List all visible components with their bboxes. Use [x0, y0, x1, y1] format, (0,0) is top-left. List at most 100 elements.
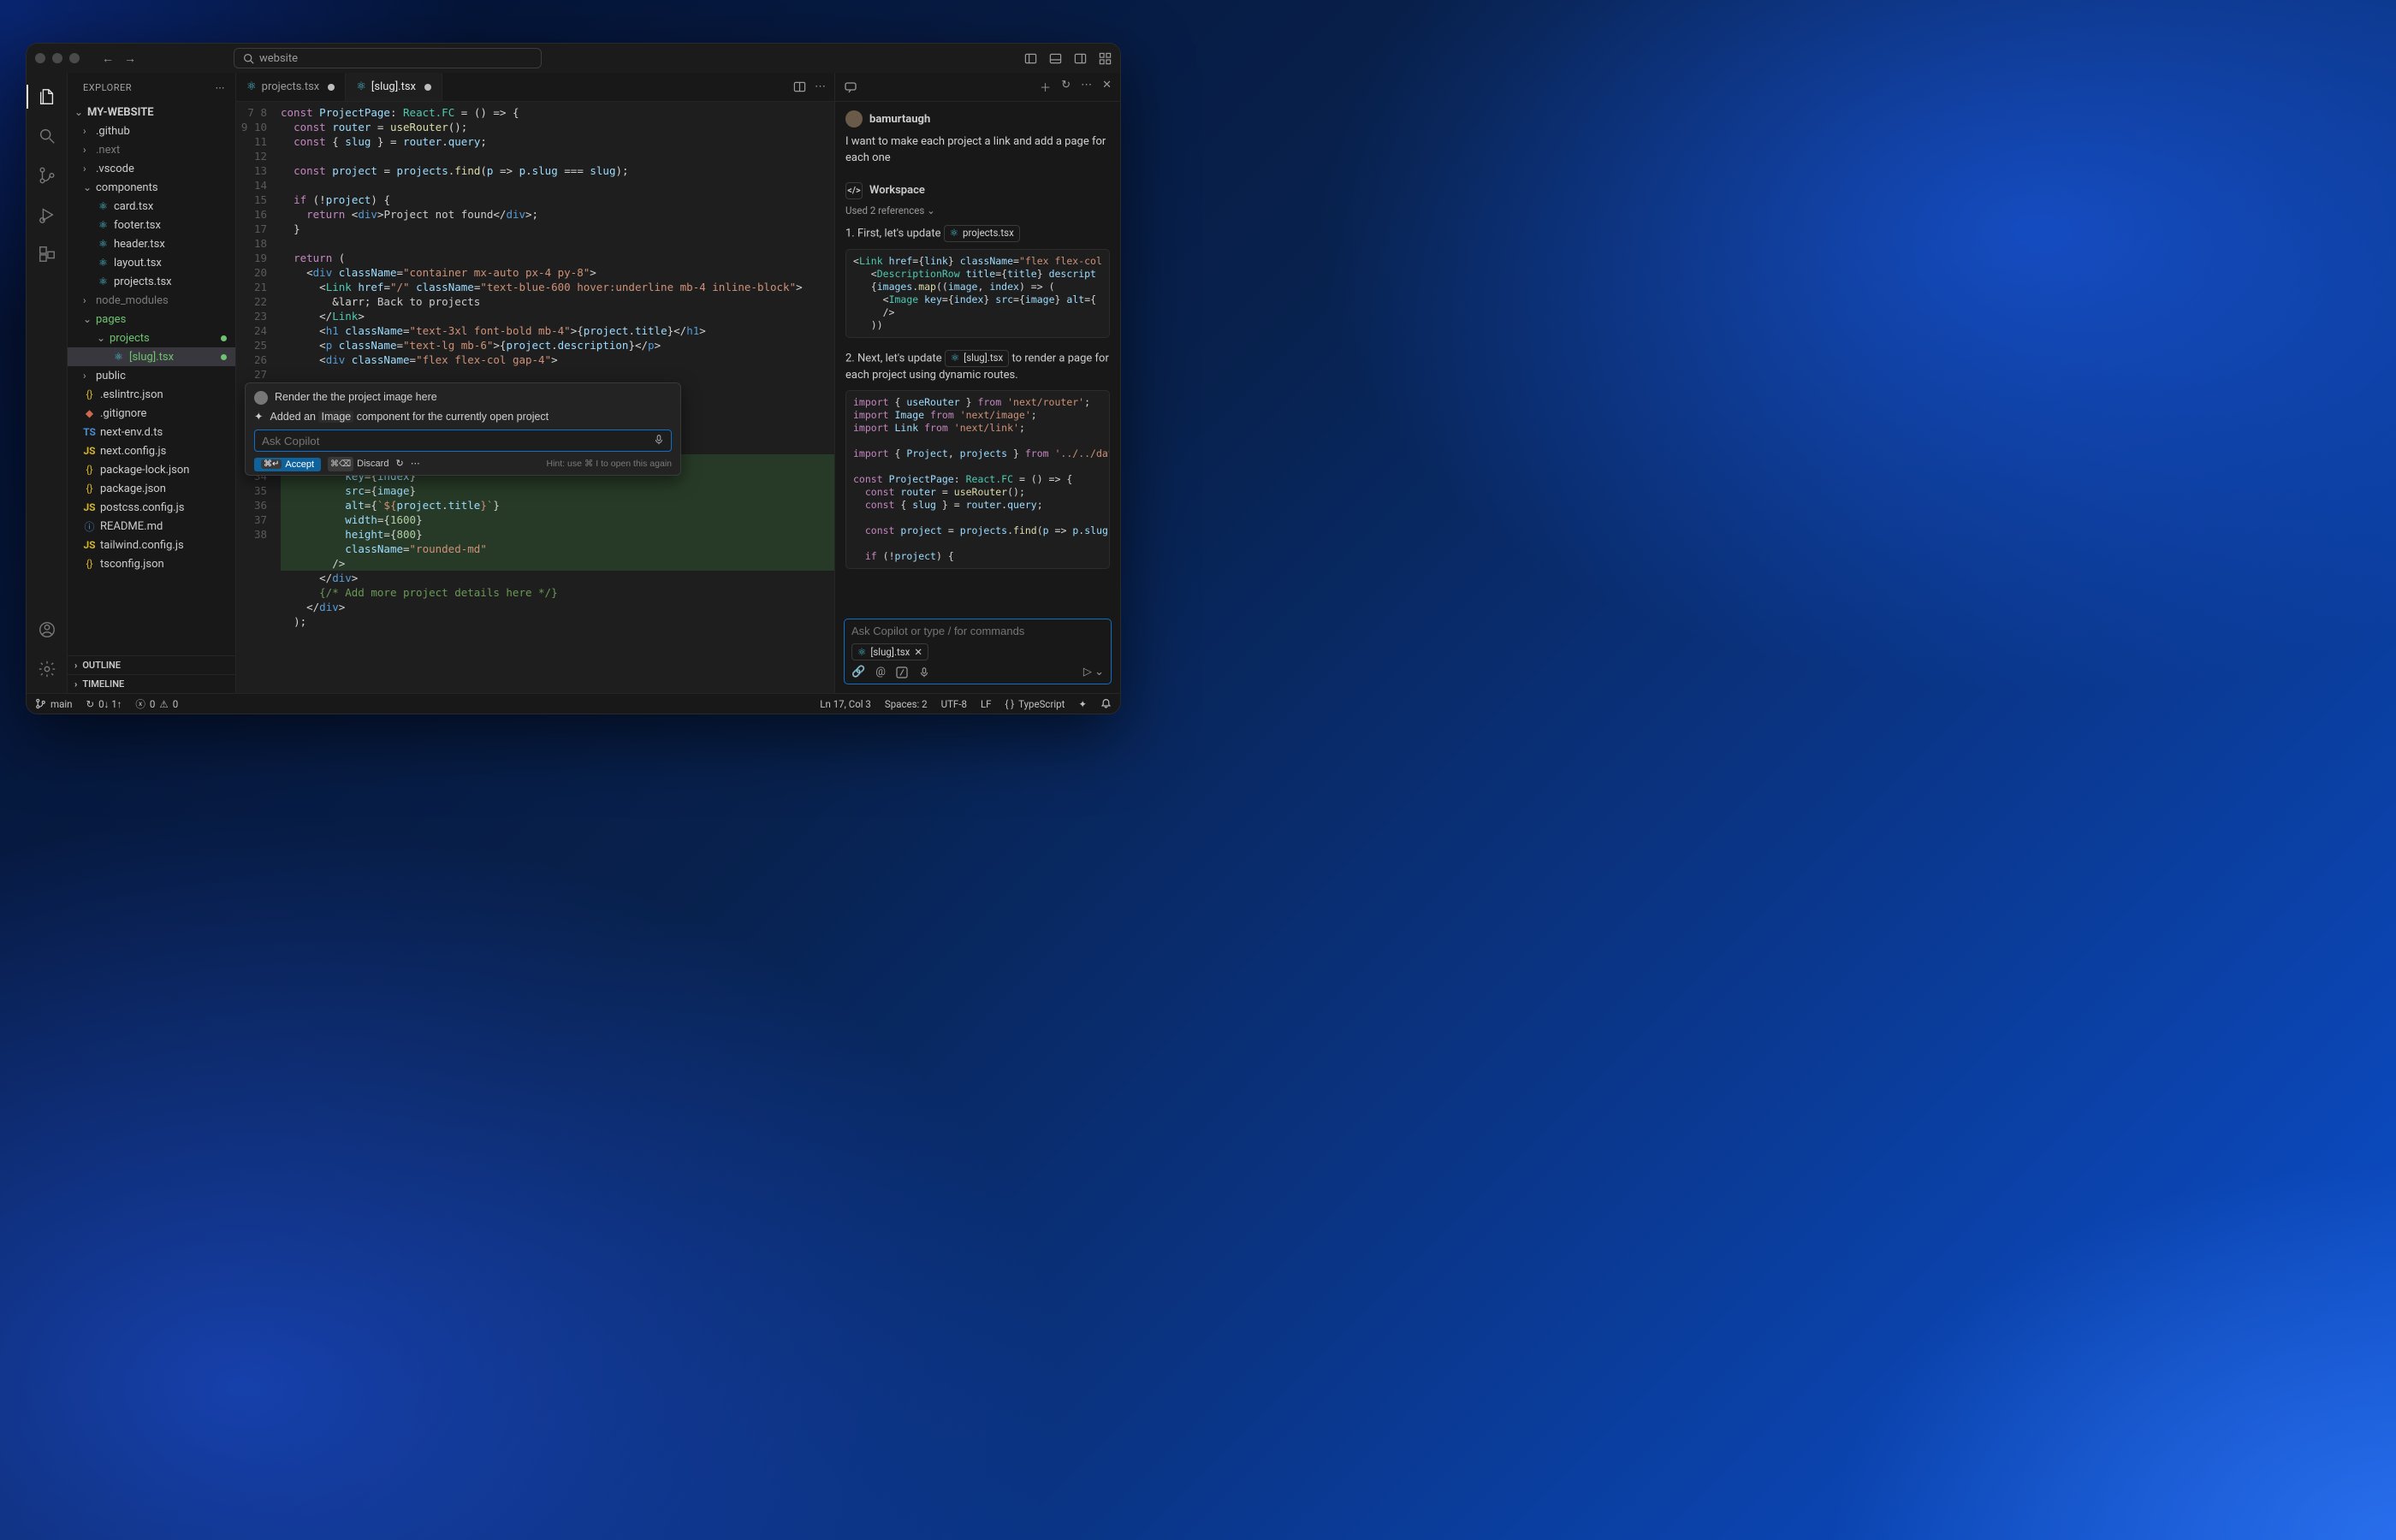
chat-step-2: 2. Next, let's update ⚛[slug].tsx to ren…	[845, 350, 1110, 384]
titlebar: ← → website	[27, 44, 1120, 73]
status-bar: main ↻ 0↓ 1↑ ⓧ 0 ⚠ 0 Ln 17, Col 3 Spaces…	[27, 693, 1120, 714]
regenerate-icon[interactable]: ↻	[395, 457, 403, 471]
status-eol[interactable]: LF	[981, 698, 992, 710]
chat-user-message: I want to make each project a link and a…	[845, 134, 1110, 167]
code-suggestion-1: <Link href={link} className="flex flex-c…	[845, 249, 1110, 338]
status-spaces[interactable]: Spaces: 2	[885, 698, 928, 710]
code-editor[interactable]: 7 8 9 10 11 12 13 14 15 16 17 18 19 20 2…	[236, 102, 834, 693]
tree-file[interactable]: {}.eslintrc.json	[68, 385, 235, 404]
file-chip[interactable]: ⚛projects.tsx	[944, 225, 1020, 242]
copilot-inline-input[interactable]	[254, 429, 672, 452]
tree-file-slug[interactable]: ⚛[slug].tsx	[68, 347, 235, 366]
tree-file[interactable]: JSnext.config.js	[68, 441, 235, 460]
chat-input[interactable]	[851, 625, 1104, 637]
tree-folder[interactable]: ›node_modules	[68, 291, 235, 310]
tree-folder[interactable]: ›.vscode	[68, 159, 235, 178]
activity-run-debug-icon[interactable]	[27, 196, 68, 234]
chat-references[interactable]: Used 2 references ⌄	[845, 204, 1110, 216]
chat-more-icon[interactable]: ⋯	[1081, 79, 1092, 95]
status-copilot-icon[interactable]: ✦	[1078, 698, 1087, 710]
editor-tab[interactable]: ⚛projects.tsx	[236, 73, 346, 101]
status-notifications-icon[interactable]	[1100, 698, 1112, 710]
status-cursor[interactable]: Ln 17, Col 3	[820, 698, 871, 710]
tree-folder-pages[interactable]: ⌄pages	[68, 310, 235, 329]
tree-folder[interactable]: ›public	[68, 366, 235, 385]
nav-forward-icon[interactable]: →	[124, 51, 136, 66]
tree-file[interactable]: ◆.gitignore	[68, 404, 235, 423]
copilot-inline-widget: Render the the project image here ✦ Adde…	[245, 382, 681, 476]
search-icon	[243, 53, 254, 64]
activity-extensions-icon[interactable]	[27, 235, 68, 273]
timeline-section[interactable]: ›TIMELINE	[68, 674, 235, 693]
status-problems[interactable]: ⓧ 0 ⚠ 0	[135, 697, 178, 711]
tree-file[interactable]: {}package-lock.json	[68, 460, 235, 479]
slash-icon[interactable]	[896, 666, 908, 678]
vscode-window: ← → website	[26, 43, 1121, 714]
user-avatar-icon	[845, 110, 863, 127]
split-editor-icon[interactable]	[793, 80, 806, 93]
tree-file[interactable]: ⚛card.tsx	[68, 197, 235, 216]
tree-file[interactable]: ⚛layout.tsx	[68, 253, 235, 272]
tree-file[interactable]: JStailwind.config.js	[68, 536, 235, 554]
editor-tab[interactable]: ⚛[slug].tsx	[346, 73, 442, 101]
activity-accounts-icon[interactable]	[27, 611, 68, 649]
tree-file[interactable]: {}tsconfig.json	[68, 554, 235, 573]
tree-file[interactable]: ⚛projects.tsx	[68, 272, 235, 291]
new-chat-icon[interactable]: ＋	[1040, 79, 1051, 95]
mic-icon[interactable]	[653, 434, 665, 446]
window-traffic-lights[interactable]	[35, 53, 88, 63]
tree-file[interactable]: ⚛footer.tsx	[68, 216, 235, 234]
status-branch[interactable]: main	[35, 698, 73, 710]
outline-section[interactable]: ›OUTLINE	[68, 655, 235, 674]
activity-explorer-icon[interactable]	[27, 78, 68, 116]
status-language[interactable]: { } TypeScript	[1005, 698, 1065, 710]
toggle-panel-icon[interactable]	[1049, 52, 1062, 65]
command-center-search[interactable]: website	[234, 48, 542, 68]
mention-icon[interactable]: @	[875, 666, 886, 678]
chat-user-row: bamurtaugh	[845, 110, 1110, 127]
tree-folder-projects[interactable]: ⌄projects	[68, 329, 235, 347]
inline-discard-button[interactable]: ⌘⌫Discard	[328, 457, 388, 471]
chat-username: bamurtaugh	[869, 113, 930, 126]
send-icon[interactable]: ▷ ⌄	[1083, 666, 1104, 678]
activity-bar	[27, 73, 68, 693]
explorer-sidebar: EXPLORER ⋯ ⌄MY-WEBSITE ›.github ›.next ›…	[68, 73, 236, 693]
explorer-tree: ⌄MY-WEBSITE ›.github ›.next ›.vscode ⌄co…	[68, 103, 235, 655]
activity-source-control-icon[interactable]	[27, 157, 68, 194]
attach-icon[interactable]: 🔗	[851, 666, 865, 678]
toggle-primary-sidebar-icon[interactable]	[1024, 52, 1037, 65]
tree-folder-components[interactable]: ⌄components	[68, 178, 235, 197]
inline-accept-button[interactable]: ⌘↵Accept	[254, 458, 321, 471]
chat-input-area: ⚛[slug].tsx ✕ 🔗 @ ▷ ⌄	[844, 619, 1112, 684]
editor-area: ⚛projects.tsx ⚛[slug].tsx ⋯ 7 8 9 10 11 …	[236, 73, 834, 693]
tree-file[interactable]: {}package.json	[68, 479, 235, 498]
toggle-secondary-sidebar-icon[interactable]	[1074, 52, 1087, 65]
chat-context-chip[interactable]: ⚛[slug].tsx ✕	[851, 643, 928, 660]
tree-file[interactable]: ⚛header.tsx	[68, 234, 235, 253]
tree-file[interactable]: ⓘREADME.md	[68, 517, 235, 536]
activity-search-icon[interactable]	[27, 117, 68, 155]
chat-header: ＋ ↻ ⋯ ✕	[835, 73, 1120, 102]
chat-icon	[844, 80, 857, 94]
editor-more-icon[interactable]: ⋯	[815, 80, 826, 93]
file-chip[interactable]: ⚛[slug].tsx	[945, 350, 1009, 367]
activity-settings-icon[interactable]	[27, 650, 68, 688]
workspace-label: Workspace	[869, 184, 925, 197]
mic-icon[interactable]	[918, 666, 930, 678]
tree-folder[interactable]: ›.next	[68, 140, 235, 159]
nav-back-icon[interactable]: ←	[102, 51, 114, 66]
explorer-more-icon[interactable]: ⋯	[216, 82, 226, 93]
inline-more-icon[interactable]: ⋯	[411, 457, 420, 471]
tree-file[interactable]: JSpostcss.config.js	[68, 498, 235, 517]
tree-folder[interactable]: ›.github	[68, 121, 235, 140]
tree-root[interactable]: ⌄MY-WEBSITE	[68, 103, 235, 121]
chat-history-icon[interactable]: ↻	[1061, 79, 1070, 95]
chat-close-icon[interactable]: ✕	[1102, 79, 1112, 95]
chat-panel: ＋ ↻ ⋯ ✕ bamurtaugh I want to make each p…	[834, 73, 1120, 693]
status-encoding[interactable]: UTF-8	[941, 698, 967, 710]
tree-file[interactable]: TSnext-env.d.ts	[68, 423, 235, 441]
customize-layout-icon[interactable]	[1099, 52, 1112, 65]
inline-status-text: Added an Image component for the current…	[270, 410, 549, 424]
status-sync[interactable]: ↻ 0↓ 1↑	[86, 698, 122, 710]
chat-body: bamurtaugh I want to make each project a…	[835, 102, 1120, 619]
